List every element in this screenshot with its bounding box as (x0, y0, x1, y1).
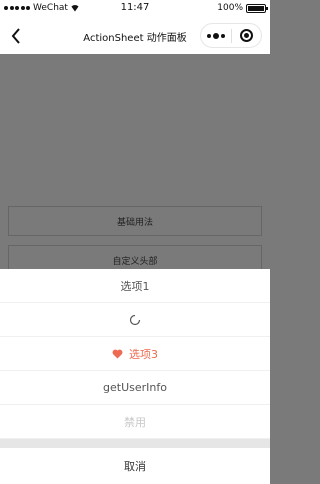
cancel-separator (0, 439, 270, 448)
action-sheet: 选项1 选项3 getUserInfo 禁用 取消 (0, 269, 270, 484)
battery-info: 100% (217, 3, 268, 13)
more-button[interactable] (201, 24, 231, 47)
custom-header-label: 自定义头部 (112, 256, 158, 267)
close-button[interactable] (232, 24, 262, 47)
action-item-label: 禁用 (124, 415, 146, 429)
loading-spinner-icon (129, 314, 141, 325)
basic-usage-label: 基础用法 (116, 217, 153, 228)
action-item-loading (0, 303, 270, 337)
page-title: ActionSheet 动作面板 (83, 33, 187, 44)
chevron-left-icon (11, 28, 20, 44)
battery-percent: 100% (217, 3, 243, 13)
action-item-option1[interactable]: 选项1 (0, 269, 270, 303)
action-item-getuserinfo[interactable]: getUserInfo (0, 371, 270, 405)
nav-bar: ActionSheet 动作面板 (0, 18, 270, 54)
mini-program-capsule (200, 23, 262, 48)
status-bar: WeChat 11:47 100% (0, 0, 270, 18)
heart-icon (112, 349, 123, 359)
basic-usage-button[interactable]: 基础用法 (8, 206, 262, 236)
action-item-option3[interactable]: 选项3 (0, 337, 270, 371)
cancel-label: 取消 (124, 459, 146, 473)
action-item-label: getUserInfo (103, 381, 167, 394)
cancel-button[interactable]: 取消 (0, 448, 270, 483)
action-item-disabled: 禁用 (0, 405, 270, 439)
action-item-label: 选项1 (120, 279, 150, 293)
battery-icon (246, 3, 268, 13)
action-item-label: 选项3 (129, 347, 158, 361)
back-button[interactable] (6, 26, 26, 46)
target-icon (239, 29, 253, 42)
